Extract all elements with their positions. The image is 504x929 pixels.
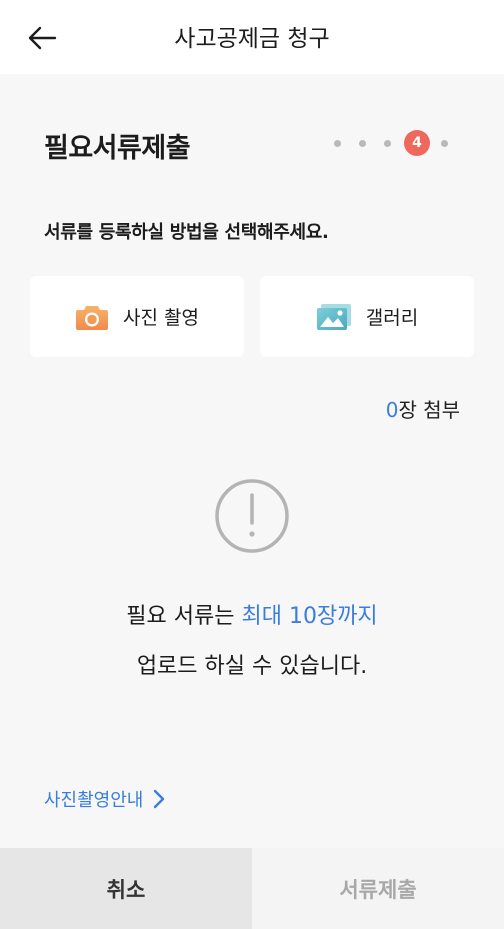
step-indicator: 4 <box>334 130 448 156</box>
cancel-button[interactable]: 취소 <box>0 848 252 929</box>
gallery-label: 갤러리 <box>365 307 419 329</box>
attachment-count: 0장 첨부 <box>386 394 460 423</box>
footer-actions: 취소 서류제출 <box>0 848 504 929</box>
notice-highlight: 최대 10장까지 <box>241 604 378 629</box>
current-step-badge: 4 <box>404 130 430 156</box>
step-dot <box>359 139 366 147</box>
arrow-left-icon <box>28 26 57 50</box>
attachment-count-suffix: 장 첨부 <box>398 398 460 422</box>
chevron-right-icon <box>154 789 165 809</box>
notice-line-1: 필요 서류는 최대 10장까지 <box>0 598 504 630</box>
submit-documents-button[interactable]: 서류제출 <box>252 848 504 929</box>
step-dot <box>441 139 448 147</box>
app-header: 사고공제금 청구 <box>0 0 504 74</box>
step-dot <box>384 139 391 147</box>
attachment-count-number: 0 <box>385 398 399 422</box>
section-title: 필요서류제출 <box>44 133 191 164</box>
instruction-text: 서류를 등록하실 방법을 선택해주세요. <box>44 222 329 243</box>
photo-guide-link[interactable]: 사진촬영안내 <box>44 786 165 812</box>
take-photo-label: 사진 촬영 <box>123 307 199 329</box>
notice-line-2: 업로드 하실 수 있습니다. <box>136 654 368 679</box>
photo-guide-label: 사진촬영안내 <box>44 790 144 811</box>
exclamation-circle-icon <box>215 479 289 553</box>
gallery-icon <box>316 303 351 330</box>
camera-icon <box>76 305 109 330</box>
back-button[interactable] <box>22 18 62 58</box>
gallery-button[interactable]: 갤러리 <box>260 276 474 357</box>
step-dot <box>334 139 341 147</box>
take-photo-button[interactable]: 사진 촬영 <box>30 276 244 357</box>
page-title: 사고공제금 청구 <box>174 26 330 52</box>
notice-text: 필요 서류는 <box>126 604 242 629</box>
